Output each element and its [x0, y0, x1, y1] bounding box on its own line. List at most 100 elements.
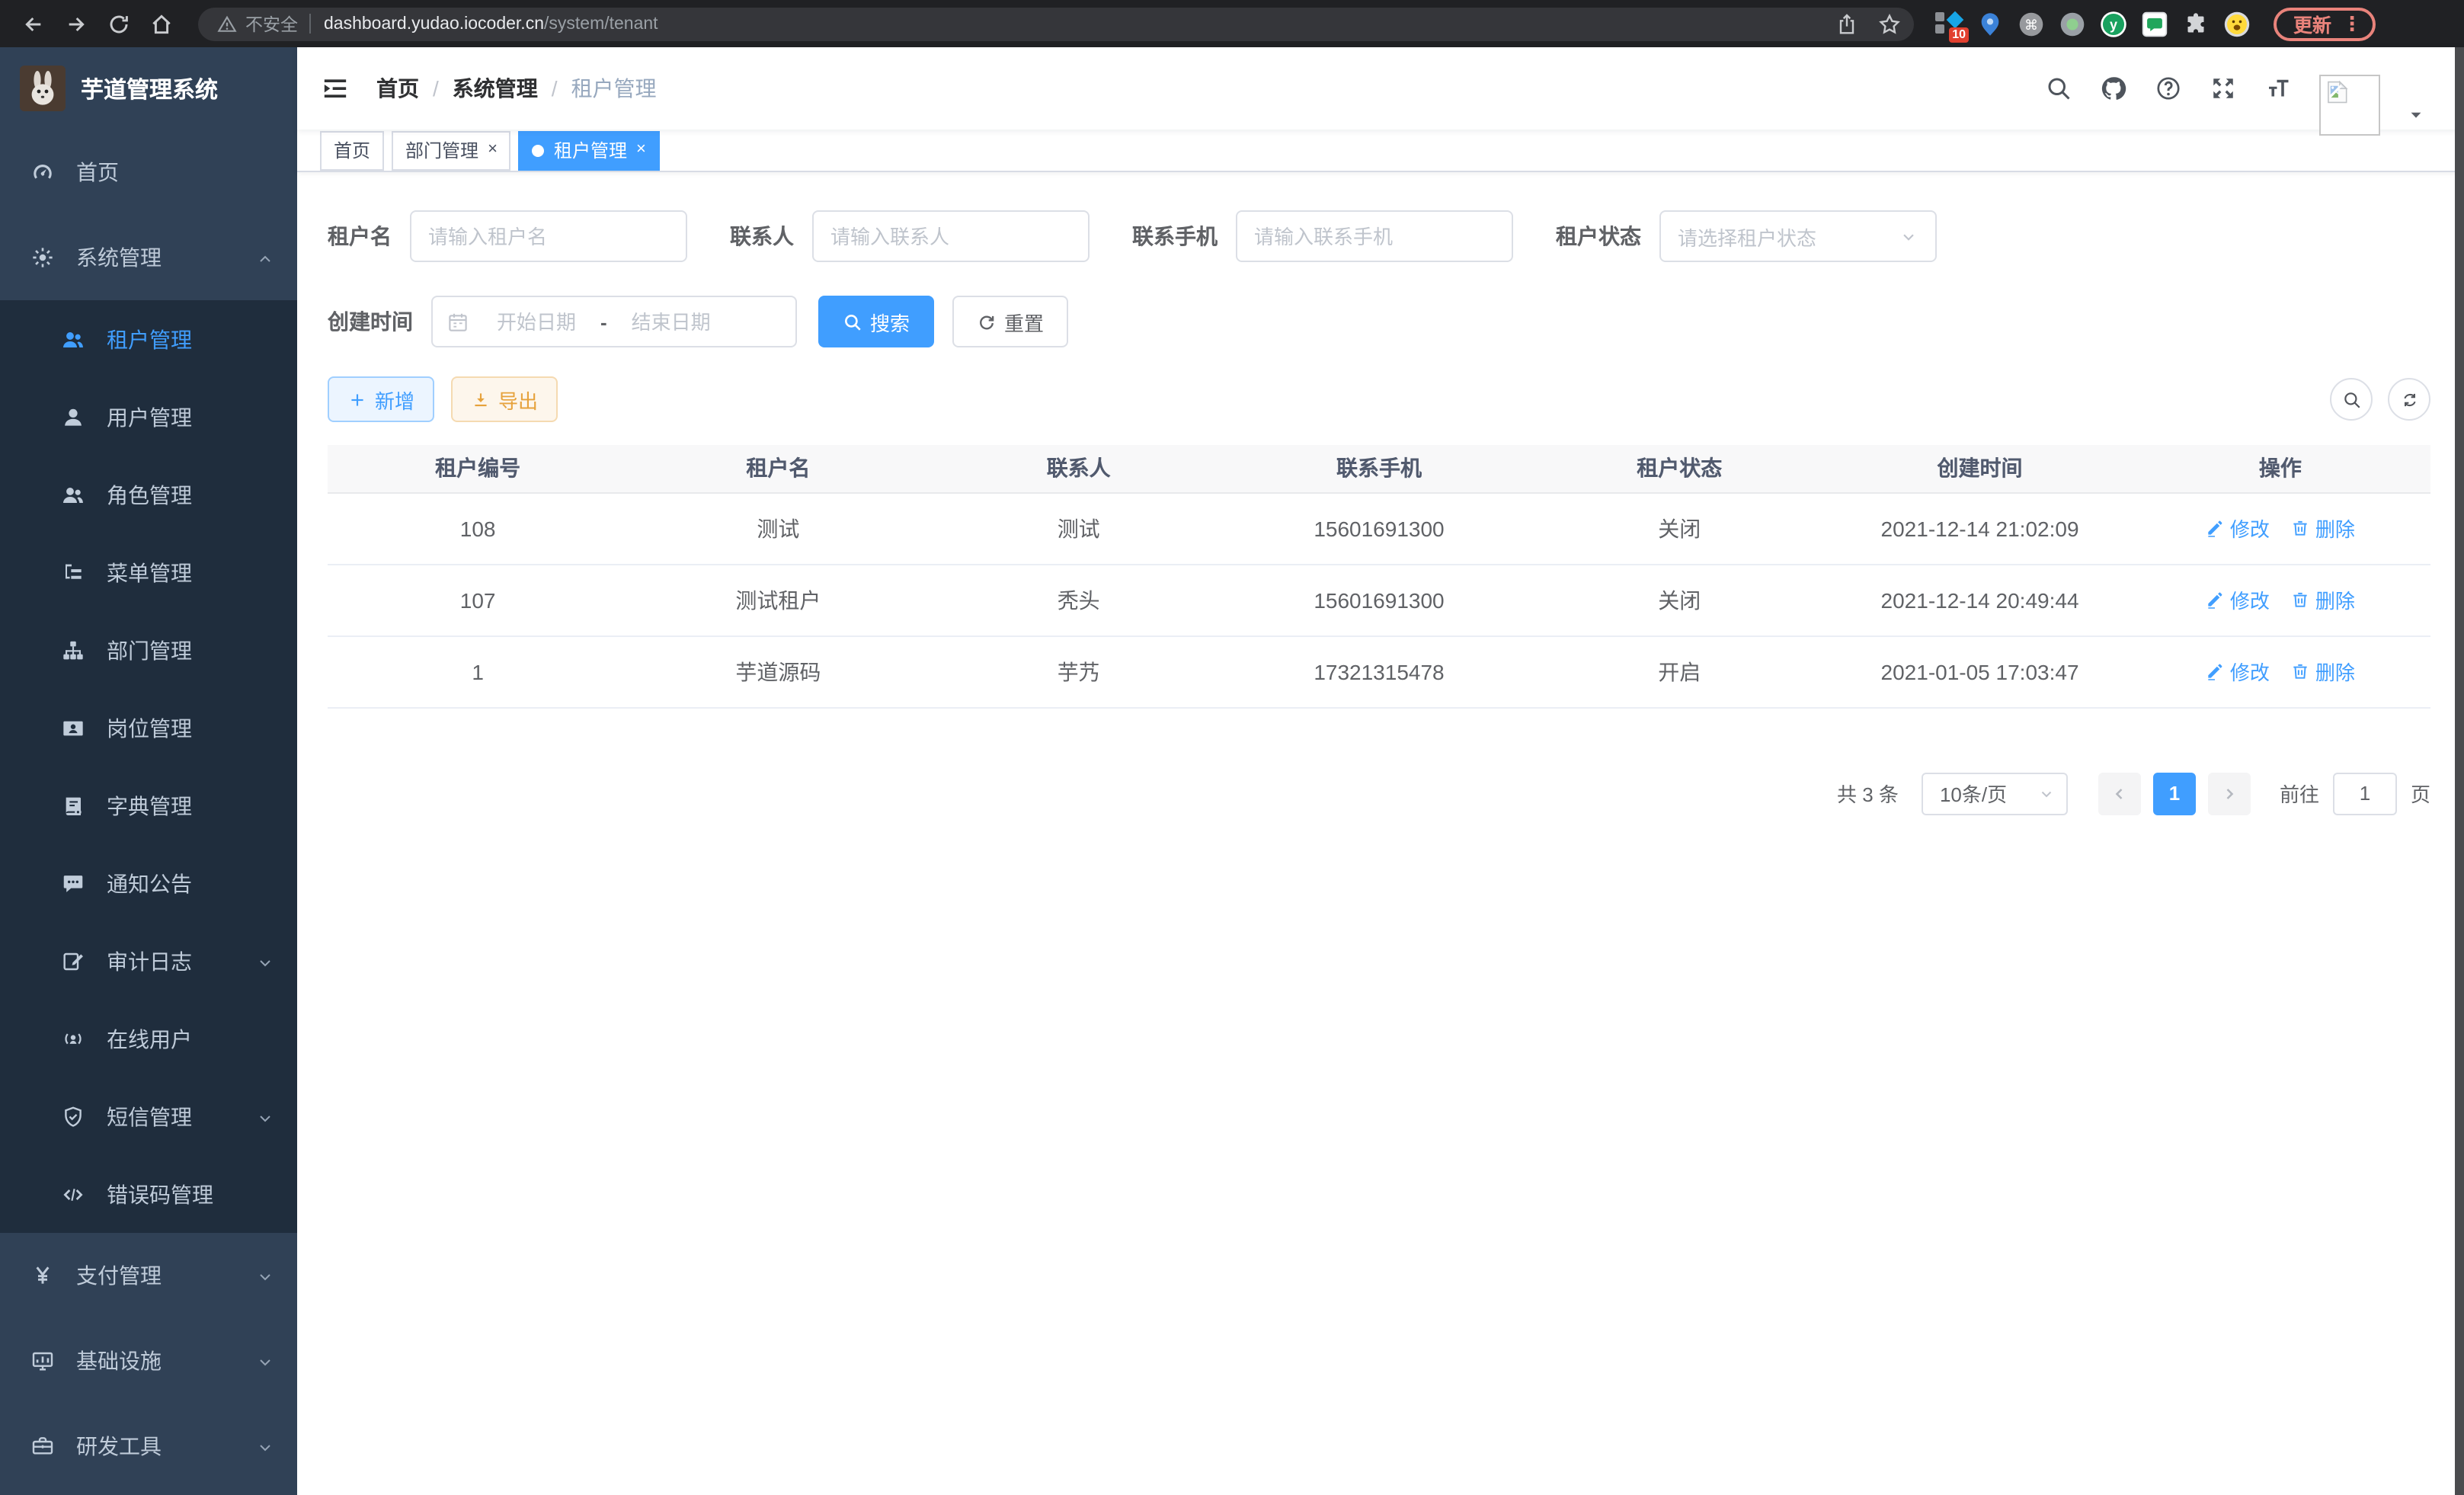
tenant-name-input[interactable]	[410, 210, 687, 262]
sidebar: 芋道管理系统 首页系统管理租户管理用户管理角色管理菜单管理部门管理岗位管理字典管…	[0, 47, 297, 1495]
browser-menu-icon[interactable]: ⋮	[2342, 11, 2362, 36]
sidebar-item-label: 角色管理	[107, 479, 192, 510]
contact-name-input[interactable]	[812, 210, 1090, 262]
sidebar-item-infra[interactable]: 基础设施	[0, 1318, 297, 1404]
sidebar-item-post[interactable]: 岗位管理	[0, 689, 297, 767]
sidebar-item-menu[interactable]: 菜单管理	[0, 533, 297, 611]
delete-tenant-link[interactable]: 删除	[2291, 514, 2355, 543]
fullscreen-icon[interactable]	[2210, 75, 2237, 102]
sidebar-item-label: 租户管理	[107, 324, 192, 354]
sidebar-item-online-user[interactable]: 在线用户	[0, 1000, 297, 1077]
cell-actions: 修改删除	[2130, 635, 2430, 707]
font-size-icon[interactable]	[2264, 75, 2292, 102]
sidebar-item-user[interactable]: 用户管理	[0, 378, 297, 456]
navbar-actions	[2045, 41, 2424, 136]
profile-avatar-icon[interactable]	[2222, 8, 2252, 39]
create-time-label: 创建时间	[328, 306, 413, 337]
user-avatar[interactable]	[2319, 75, 2380, 136]
github-icon[interactable]	[2100, 75, 2127, 102]
goto-page-input[interactable]	[2333, 772, 2397, 815]
not-secure-warning-icon	[216, 13, 238, 34]
toggle-search-button[interactable]	[2330, 378, 2373, 421]
cell-mobile: 15601691300	[1229, 564, 1529, 635]
sidebar-item-label: 审计日志	[107, 946, 192, 976]
page-size-select[interactable]: 10条/页	[1922, 772, 2068, 815]
sidebar-item-audit-log[interactable]: 审计日志	[0, 922, 297, 1000]
sidebar-toggle-icon[interactable]	[320, 73, 350, 104]
edit-tenant-link[interactable]: 修改	[2206, 514, 2270, 543]
browser-forward-icon[interactable]	[58, 5, 94, 42]
help-icon[interactable]	[2155, 75, 2182, 102]
recorder-extension-icon[interactable]	[2057, 8, 2088, 39]
edit-icon	[2206, 661, 2226, 681]
browser-home-icon[interactable]	[143, 5, 180, 42]
refresh-table-button[interactable]	[2388, 378, 2430, 421]
browser-back-icon[interactable]	[15, 5, 52, 42]
sidebar-item-dict[interactable]: 字典管理	[0, 767, 297, 844]
dept-icon	[61, 638, 85, 662]
browser-update-button[interactable]: 更新 ⋮	[2274, 7, 2376, 40]
tab-tenant[interactable]: 租户管理×	[519, 130, 660, 170]
current-page-button[interactable]: 1	[2153, 772, 2196, 815]
contact-mobile-input[interactable]	[1236, 210, 1513, 262]
delete-tenant-link[interactable]: 删除	[2291, 585, 2355, 614]
chat-extension-icon[interactable]	[2139, 8, 2170, 39]
add-tenant-button[interactable]: 新增	[328, 376, 434, 422]
next-page-button[interactable]	[2208, 772, 2251, 815]
tenant-status-select[interactable]: 请选择租户状态	[1659, 210, 1937, 262]
refresh-icon	[977, 312, 997, 331]
y-extension-icon[interactable]: y	[2098, 8, 2129, 39]
cell-id: 107	[328, 564, 628, 635]
puzzle-extensions-icon[interactable]	[2181, 8, 2211, 39]
search-button[interactable]: 搜索	[818, 296, 934, 347]
close-tab-icon[interactable]: ×	[636, 142, 646, 158]
filter-form-row-1: 租户名 联系人 联系手机 租	[328, 210, 2430, 262]
column-header: 联系人	[929, 445, 1229, 492]
code-icon	[61, 1182, 85, 1206]
delete-tenant-link[interactable]: 删除	[2291, 657, 2355, 686]
sidebar-item-label: 菜单管理	[107, 557, 192, 587]
action-label: 修改	[2230, 514, 2270, 543]
export-button[interactable]: 导出	[451, 376, 558, 422]
start-date-input[interactable]	[478, 310, 594, 333]
sidebar-item-notice[interactable]: 通知公告	[0, 844, 297, 922]
create-time-range-picker[interactable]: -	[431, 296, 797, 347]
avatar-caret-down-icon[interactable]	[2408, 103, 2424, 120]
pagination: 共 3 条 10条/页 1 前往 页	[328, 772, 2430, 815]
address-bar[interactable]: 不安全 dashboard.yudao.iocoder.cn/system/te…	[198, 7, 1914, 40]
omnibox-divider	[309, 14, 310, 34]
tabs-extension-icon[interactable]: 10	[1934, 8, 1964, 39]
end-date-input[interactable]	[613, 310, 729, 333]
cell-created: 2021-12-14 21:02:09	[1829, 492, 2130, 564]
sidebar-item-dept[interactable]: 部门管理	[0, 611, 297, 689]
edit-tenant-link[interactable]: 修改	[2206, 585, 2270, 614]
edit-tenant-link[interactable]: 修改	[2206, 657, 2270, 686]
sidebar-item-label: 基础设施	[76, 1346, 162, 1376]
reset-button[interactable]: 重置	[952, 296, 1068, 347]
tab-home[interactable]: 首页	[320, 130, 384, 170]
sidebar-item-error-code[interactable]: 错误码管理	[0, 1155, 297, 1233]
prev-page-button[interactable]	[2098, 772, 2141, 815]
sidebar-item-tenant[interactable]: 租户管理	[0, 300, 297, 378]
tab-dept[interactable]: 部门管理×	[392, 130, 511, 170]
column-header: 联系手机	[1229, 445, 1529, 492]
action-label: 修改	[2230, 657, 2270, 686]
browser-reload-icon[interactable]	[101, 5, 137, 42]
sidebar-item-pay[interactable]: 支付管理	[0, 1233, 297, 1318]
sidebar-item-system[interactable]: 系统管理	[0, 215, 297, 300]
cell-mobile: 15601691300	[1229, 492, 1529, 564]
close-tab-icon[interactable]: ×	[488, 142, 498, 158]
app-logo[interactable]: 芋道管理系统	[0, 47, 297, 130]
sidebar-item-role[interactable]: 角色管理	[0, 456, 297, 533]
breadcrumb-item[interactable]: 首页	[376, 73, 419, 104]
breadcrumb-item[interactable]: 系统管理	[453, 73, 538, 104]
breadcrumb-separator: /	[552, 76, 558, 101]
command-extension-icon[interactable]: ⌘	[2016, 8, 2046, 39]
bookmark-star-icon[interactable]	[1877, 11, 1902, 36]
sidebar-item-devtools[interactable]: 研发工具	[0, 1404, 297, 1489]
search-icon[interactable]	[2045, 75, 2072, 102]
balloon-extension-icon[interactable]	[1975, 8, 2005, 39]
sidebar-item-sms[interactable]: 短信管理	[0, 1077, 297, 1155]
share-icon[interactable]	[1835, 11, 1859, 36]
sidebar-item-home[interactable]: 首页	[0, 130, 297, 215]
